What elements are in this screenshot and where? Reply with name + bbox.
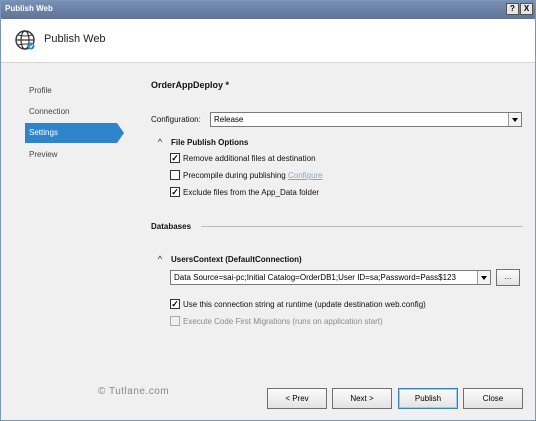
next-button[interactable]: Next > — [332, 388, 392, 409]
header-title: Publish Web — [44, 33, 106, 45]
precompile-checkbox[interactable] — [170, 170, 180, 180]
file-publish-heading: File Publish Options — [171, 138, 249, 147]
configuration-label: Configuration: — [151, 115, 201, 124]
connection-string-select[interactable]: Data Source=sai-pc;Initial Catalog=Order… — [170, 270, 491, 285]
sidebar-item-preview[interactable]: Preview — [25, 145, 117, 165]
help-button[interactable]: ? — [506, 3, 519, 15]
chevron-down-icon[interactable] — [477, 271, 490, 284]
collapse-file-publish-icon[interactable]: ^ — [155, 137, 165, 147]
globe-icon — [15, 30, 35, 50]
configuration-value: Release — [214, 115, 244, 124]
use-connection-label: Use this connection string at runtime (u… — [183, 300, 426, 309]
exclude-app-data-checkbox[interactable]: ✓ — [170, 187, 180, 197]
connection-string-value: Data Source=sai-pc;Initial Catalog=Order… — [174, 273, 456, 282]
sidebar-item-settings[interactable]: Settings — [25, 123, 124, 143]
sidebar-item-label: Connection — [29, 107, 70, 116]
remove-files-checkbox[interactable]: ✓ — [170, 153, 180, 163]
window-title: Publish Web — [5, 4, 53, 13]
databases-heading: Databases — [151, 222, 192, 231]
remove-files-label: Remove additional files at destination — [183, 154, 316, 163]
close-window-button[interactable]: X — [520, 3, 533, 15]
configure-link[interactable]: Configure — [288, 171, 323, 180]
profile-title: OrderAppDeploy * — [151, 80, 230, 90]
active-arrow-indicator — [117, 123, 124, 143]
exclude-app-data-label: Exclude files from the App_Data folder — [183, 188, 320, 197]
chevron-down-icon[interactable] — [508, 113, 521, 126]
browse-connection-button[interactable]: ... — [496, 269, 520, 286]
configuration-select[interactable]: Release — [210, 112, 522, 127]
use-connection-checkbox[interactable]: ✓ — [170, 299, 180, 309]
publish-web-dialog: Publish Web ? X Publish Web Profile Conn… — [0, 0, 536, 421]
code-first-label: Execute Code First Migrations (runs on a… — [183, 317, 383, 326]
precompile-label: Precompile during publishing — [183, 171, 286, 180]
sidebar-item-profile[interactable]: Profile — [25, 81, 117, 101]
title-bar: Publish Web ? X — [1, 1, 535, 19]
users-context-heading: UsersContext (DefaultConnection) — [171, 255, 302, 264]
sidebar-item-label: Preview — [29, 150, 58, 159]
code-first-checkbox — [170, 316, 180, 326]
sidebar-item-label: Settings — [29, 128, 58, 137]
close-button[interactable]: Close — [463, 388, 523, 409]
sidebar-item-connection[interactable]: Connection — [25, 102, 117, 122]
publish-button[interactable]: Publish — [398, 388, 458, 409]
dialog-header: Publish Web — [1, 19, 535, 63]
sidebar-item-label: Profile — [29, 86, 52, 95]
watermark: © Tutlane.com — [98, 386, 170, 397]
prev-button[interactable]: < Prev — [267, 388, 327, 409]
databases-divider — [201, 226, 523, 227]
collapse-users-context-icon[interactable]: ^ — [155, 254, 165, 264]
